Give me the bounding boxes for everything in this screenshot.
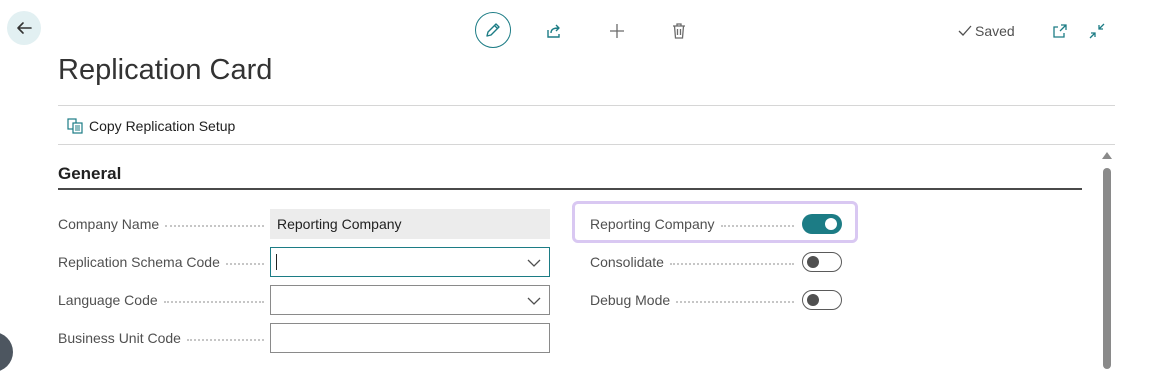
trash-icon bbox=[673, 23, 685, 39]
back-button[interactable] bbox=[7, 11, 41, 45]
open-in-new-window-icon bbox=[1053, 24, 1067, 38]
consolidate-label: Consolidate bbox=[590, 252, 794, 272]
debug-mode-toggle[interactable] bbox=[802, 290, 842, 310]
pencil-icon bbox=[486, 23, 500, 37]
language-code-field[interactable] bbox=[270, 285, 550, 315]
copy-icon bbox=[67, 118, 83, 134]
text-cursor bbox=[276, 254, 277, 270]
business-unit-code-field[interactable] bbox=[270, 323, 550, 353]
delete-button[interactable] bbox=[668, 20, 690, 42]
chevron-down-icon[interactable] bbox=[527, 294, 541, 308]
title-divider bbox=[58, 105, 1115, 106]
chevron-down-icon[interactable] bbox=[527, 256, 541, 270]
debug-mode-label: Debug Mode bbox=[590, 290, 794, 310]
toggle-knob bbox=[807, 256, 819, 268]
action-divider bbox=[58, 144, 1115, 145]
business-unit-code-label: Business Unit Code bbox=[58, 328, 264, 348]
collapse-icon bbox=[1089, 23, 1105, 39]
company-name-label: Company Name bbox=[58, 214, 264, 234]
new-button[interactable] bbox=[606, 20, 628, 42]
company-name-field: Reporting Company bbox=[270, 209, 550, 239]
back-arrow-icon bbox=[17, 22, 32, 34]
reporting-company-toggle[interactable] bbox=[802, 214, 842, 234]
consolidate-toggle[interactable] bbox=[802, 252, 842, 272]
share-button[interactable] bbox=[543, 20, 565, 42]
language-code-label: Language Code bbox=[58, 290, 264, 310]
page-title: Replication Card bbox=[58, 54, 273, 86]
copy-replication-setup-action[interactable]: Copy Replication Setup bbox=[67, 116, 235, 136]
open-new-window-button[interactable] bbox=[1050, 21, 1070, 41]
copy-replication-setup-label: Copy Replication Setup bbox=[89, 118, 236, 134]
edit-button[interactable] bbox=[475, 12, 511, 48]
scrollbar-thumb[interactable] bbox=[1103, 168, 1111, 369]
checkmark-icon bbox=[958, 25, 972, 36]
saved-label: Saved bbox=[975, 23, 1015, 39]
reporting-company-label: Reporting Company bbox=[590, 214, 794, 234]
replication-schema-code-label: Replication Schema Code bbox=[58, 252, 264, 272]
section-title-general: General bbox=[58, 164, 122, 183]
toggle-knob bbox=[825, 218, 837, 230]
saved-status: Saved bbox=[958, 22, 1015, 40]
toggle-knob bbox=[807, 294, 819, 306]
collapse-button[interactable] bbox=[1087, 21, 1107, 41]
share-icon bbox=[547, 24, 560, 38]
avatar[interactable] bbox=[0, 332, 13, 372]
plus-icon bbox=[610, 24, 624, 38]
section-underline bbox=[58, 188, 1082, 190]
scroll-up-arrow-icon[interactable] bbox=[1102, 151, 1112, 159]
replication-schema-code-field[interactable] bbox=[270, 247, 550, 277]
